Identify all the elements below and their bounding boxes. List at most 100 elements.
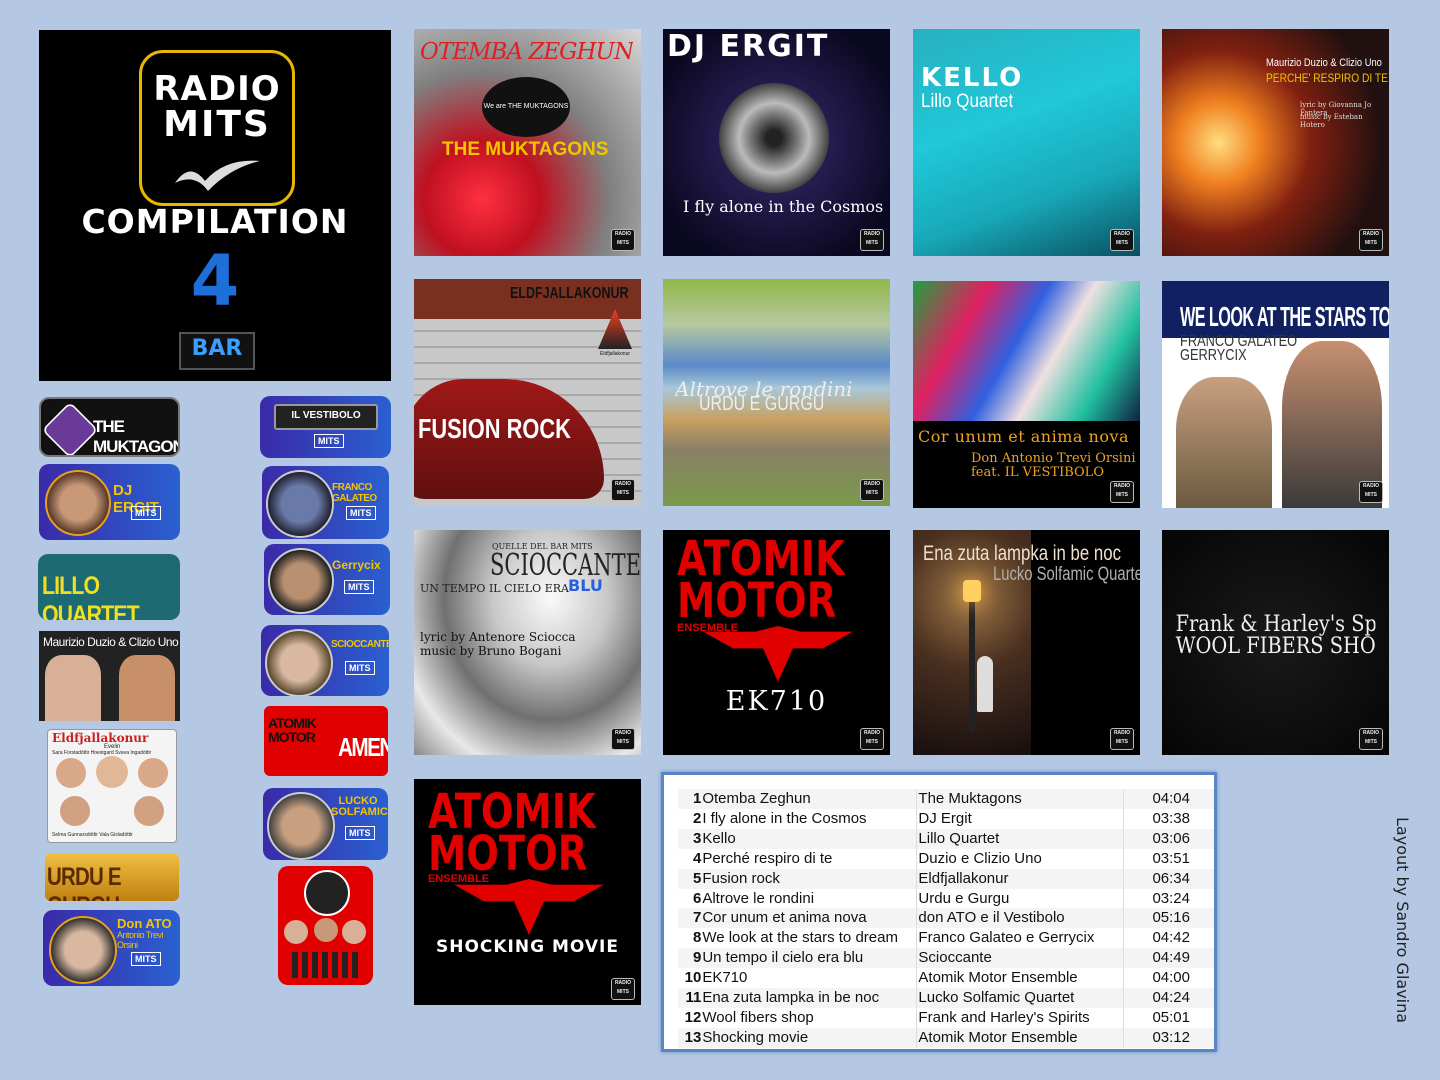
track-row[interactable]: 1 Otemba Zeghun The Muktagons 04:04 bbox=[678, 789, 1214, 809]
cover-cor-unum[interactable]: Cor unum et anima nova Don Antonio Trevi… bbox=[913, 281, 1140, 508]
member-avatar bbox=[284, 920, 308, 944]
track-row[interactable]: 3 Kello Lillo Quartet 03:06 bbox=[678, 828, 1214, 849]
cover-wool-fibers[interactable]: Frank & Harley's Spirits WOOL FIBERS SHO… bbox=[1162, 530, 1389, 755]
track-row[interactable]: 11 Ena zuta lampka in be noc Lucko Solfami… bbox=[678, 988, 1214, 1008]
cover-dj-ergit[interactable]: DJ ERGIT I fly alone in the Cosmos RADIO… bbox=[663, 29, 890, 256]
track-row[interactable]: 12 Wool fibers shop Frank and Harley's Spi… bbox=[678, 1007, 1214, 1028]
lamp-light bbox=[963, 580, 981, 602]
member-avatar bbox=[60, 796, 90, 826]
track-duration: 03:12 bbox=[1123, 1027, 1214, 1048]
badge-duzio-clizio[interactable]: Maurizio Duzio & Clizio Uno bbox=[39, 631, 180, 721]
track-number: 3 bbox=[678, 828, 702, 849]
badge-urdu-gurgu[interactable]: URDU E GURGU bbox=[45, 853, 179, 901]
cover-subtitle: Lillo Quartet bbox=[921, 91, 1014, 112]
track-title: Wool fibers shop bbox=[702, 1008, 814, 1026]
badge-gerrycix[interactable]: Gerrycix MITS bbox=[264, 544, 390, 615]
mits-icon: RADIO MITS bbox=[611, 229, 635, 251]
cover-scioccante[interactable]: QUELLE DEL BAR MITS SCIOCCANTE UN TEMPO … bbox=[414, 530, 641, 755]
badge-label: SCIOCCANTE bbox=[331, 639, 389, 650]
track-duration: 04:42 bbox=[1123, 928, 1214, 949]
track-number: 8 bbox=[692, 929, 702, 947]
cover-band-line1: ATOMIK bbox=[428, 789, 596, 835]
cover-we-look-stars[interactable]: WE LOOK AT THE STARS TO DREAM FRANCO GAL… bbox=[1162, 281, 1389, 508]
layout-credit: Layout by Sandro Glavina bbox=[1393, 816, 1412, 1024]
track-duration: 04:24 bbox=[1123, 988, 1214, 1008]
cover-ek710[interactable]: ATOMIK MOTOR ENSEMBLE EK710 RADIO MITS bbox=[663, 530, 890, 755]
member-avatar bbox=[314, 918, 338, 942]
dj-ergit-avatar bbox=[45, 470, 111, 536]
cover-altrove-rondini[interactable]: Altrove le rondini URDU E GURGU RADIO MI… bbox=[663, 279, 890, 506]
radio-mits-compilation-logo: RADIO MITS COMPILATION 4 BAR bbox=[39, 30, 391, 381]
badge-sciocante[interactable]: SCIOCCANTE MITS bbox=[261, 625, 389, 696]
track-list-panel: 1 Otemba Zeghun The Muktagons 04:04 2 I fly a… bbox=[661, 772, 1217, 1052]
badge-label: ATOMIK MOTOR bbox=[268, 715, 317, 745]
track-number: 2 bbox=[692, 809, 702, 827]
track-number: 5 bbox=[678, 868, 702, 889]
track-title: Altrove le rondini bbox=[702, 889, 815, 907]
cover-credit: lyric by Antenore Sciocca bbox=[420, 630, 576, 644]
track-artist: don ATO e il Vestibolo bbox=[916, 908, 1124, 929]
track-artist: Franco Galateo e Gerrycix bbox=[916, 928, 1124, 949]
cover-artist: Maurizio Duzio & Clizio Uno bbox=[1266, 57, 1382, 69]
track-row[interactable]: 2I fly alone in the Cosmos DJ Ergit 03:38 bbox=[678, 808, 1214, 829]
band-circle: We are THE MUKTAGONS bbox=[482, 77, 570, 137]
franco-galateo-avatar bbox=[266, 470, 334, 538]
track-row[interactable]: 6 Altrove le rondini Urdu e Gurgu 03:24 bbox=[678, 888, 1214, 909]
cover-band-line2: MOTOR bbox=[677, 578, 837, 624]
cover-shocking-movie[interactable]: ATOMIK MOTOR ENSEMBLE SHOCKING MOVIE RAD… bbox=[414, 779, 641, 1005]
sciocante-avatar bbox=[265, 629, 333, 696]
badge-frank-harley[interactable] bbox=[278, 866, 373, 985]
badge-lillo-quartet[interactable]: LILLO QUARTET bbox=[38, 554, 180, 620]
track-row[interactable]: 9 Un tempo il cielo era blu Scioccante 04:4… bbox=[678, 948, 1214, 969]
badge-atomik-amen[interactable]: ATOMIK MOTOR AMEN bbox=[264, 706, 388, 776]
member-avatar bbox=[134, 796, 164, 826]
track-title: EK710 bbox=[702, 969, 748, 987]
mits-icon: RADIO MITS bbox=[860, 479, 884, 501]
mits-icon: RADIO MITS bbox=[1359, 481, 1383, 503]
member-avatar bbox=[96, 756, 128, 788]
mits-icon: MITS bbox=[131, 506, 161, 520]
track-duration: 05:01 bbox=[1123, 1007, 1214, 1028]
cover-fusion-rock[interactable]: ELDFJALLAKONUR Eldfjallakonur FUSION ROC… bbox=[414, 279, 641, 506]
track-artist: DJ Ergit bbox=[916, 808, 1124, 829]
badge-don-ato[interactable]: Don ATO Antonio Trevi Orsini MITS bbox=[43, 910, 180, 986]
track-duration: 03:38 bbox=[1123, 808, 1214, 829]
track-row[interactable]: 7 Cor unum et anima nova don ATO e il Vest… bbox=[678, 908, 1214, 929]
track-row[interactable]: 4 Perché respiro di te Duzio e Clizio Uno 0… bbox=[678, 848, 1214, 869]
cosmos-disc-icon bbox=[719, 83, 829, 193]
mits-icon: RADIO MITS bbox=[1359, 229, 1383, 251]
radio-text: RADIO bbox=[153, 69, 281, 109]
cover-title: DJ ERGIT bbox=[667, 29, 830, 64]
badge-vestibolo[interactable]: IL VESTIBOLO MITS bbox=[260, 396, 391, 458]
mits-icon: MITS bbox=[314, 434, 344, 448]
badge-label: IL VESTIBOLO bbox=[274, 404, 378, 430]
cover-credit: music by Esteban Hotero bbox=[1300, 113, 1363, 129]
badge-lucko-solfamic[interactable]: LUCKO SOLFAMIC MITS bbox=[263, 788, 388, 860]
track-artist: Scioccante bbox=[916, 948, 1124, 969]
inner-text: We are THE MUKTAGONS bbox=[483, 103, 569, 110]
badge-eldfjallakonur[interactable]: Eldfjallakonur Evelin Sara Forstadóttir … bbox=[47, 729, 177, 843]
spirits-logo-icon bbox=[304, 870, 350, 916]
track-artist: Urdu e Gurgu bbox=[916, 888, 1124, 909]
track-row[interactable]: 10 EK710 Atomik Motor Ensemble 04:00 bbox=[678, 968, 1214, 989]
track-row[interactable]: 13 Shocking movie Atomik Motor Ensemble 03:… bbox=[678, 1027, 1214, 1048]
track-duration: 03:24 bbox=[1123, 888, 1214, 909]
track-row[interactable]: 8 We look at the stars to dream Franco Gal… bbox=[678, 928, 1214, 949]
cover-ena-zuta-lampka[interactable]: Ena zuta lampka in be noc Lucko Solfamic… bbox=[913, 530, 1140, 755]
bar-logo: BAR bbox=[179, 332, 255, 370]
badge-dj-ergit[interactable]: DJ ERGIT MITS bbox=[39, 464, 180, 540]
compilation-title: COMPILATION bbox=[81, 202, 349, 241]
badge-muktagons[interactable]: THE MUKTAGONS bbox=[39, 397, 180, 457]
track-row[interactable]: 5 Fusion rock Eldfjallakonur 06:34 bbox=[678, 868, 1214, 889]
track-title: Un tempo il cielo era blu bbox=[701, 948, 917, 969]
cover-kello[interactable]: KELLO Lillo Quartet RADIO MITS bbox=[913, 29, 1140, 256]
track-title: Kello bbox=[701, 828, 917, 849]
cover-perche-respiro[interactable]: Maurizio Duzio & Clizio Uno PERCHE' RESP… bbox=[1162, 29, 1389, 256]
cover-subtitle: Don Antonio Trevi Orsini bbox=[971, 451, 1136, 466]
cover-otemba-zeghun[interactable]: OTEMBA ZEGHUN We are THE MUKTAGONS THE M… bbox=[414, 29, 641, 256]
mits-icon: MITS bbox=[345, 661, 375, 675]
badge-franco-galateo[interactable]: FRANCO GALATEO MITS bbox=[262, 466, 389, 539]
cover-credit: music by Bruno Bogani bbox=[420, 644, 562, 658]
track-artist: Lucko Solfamic Quartet bbox=[916, 988, 1124, 1008]
track-artist: The Muktagons bbox=[916, 789, 1124, 809]
